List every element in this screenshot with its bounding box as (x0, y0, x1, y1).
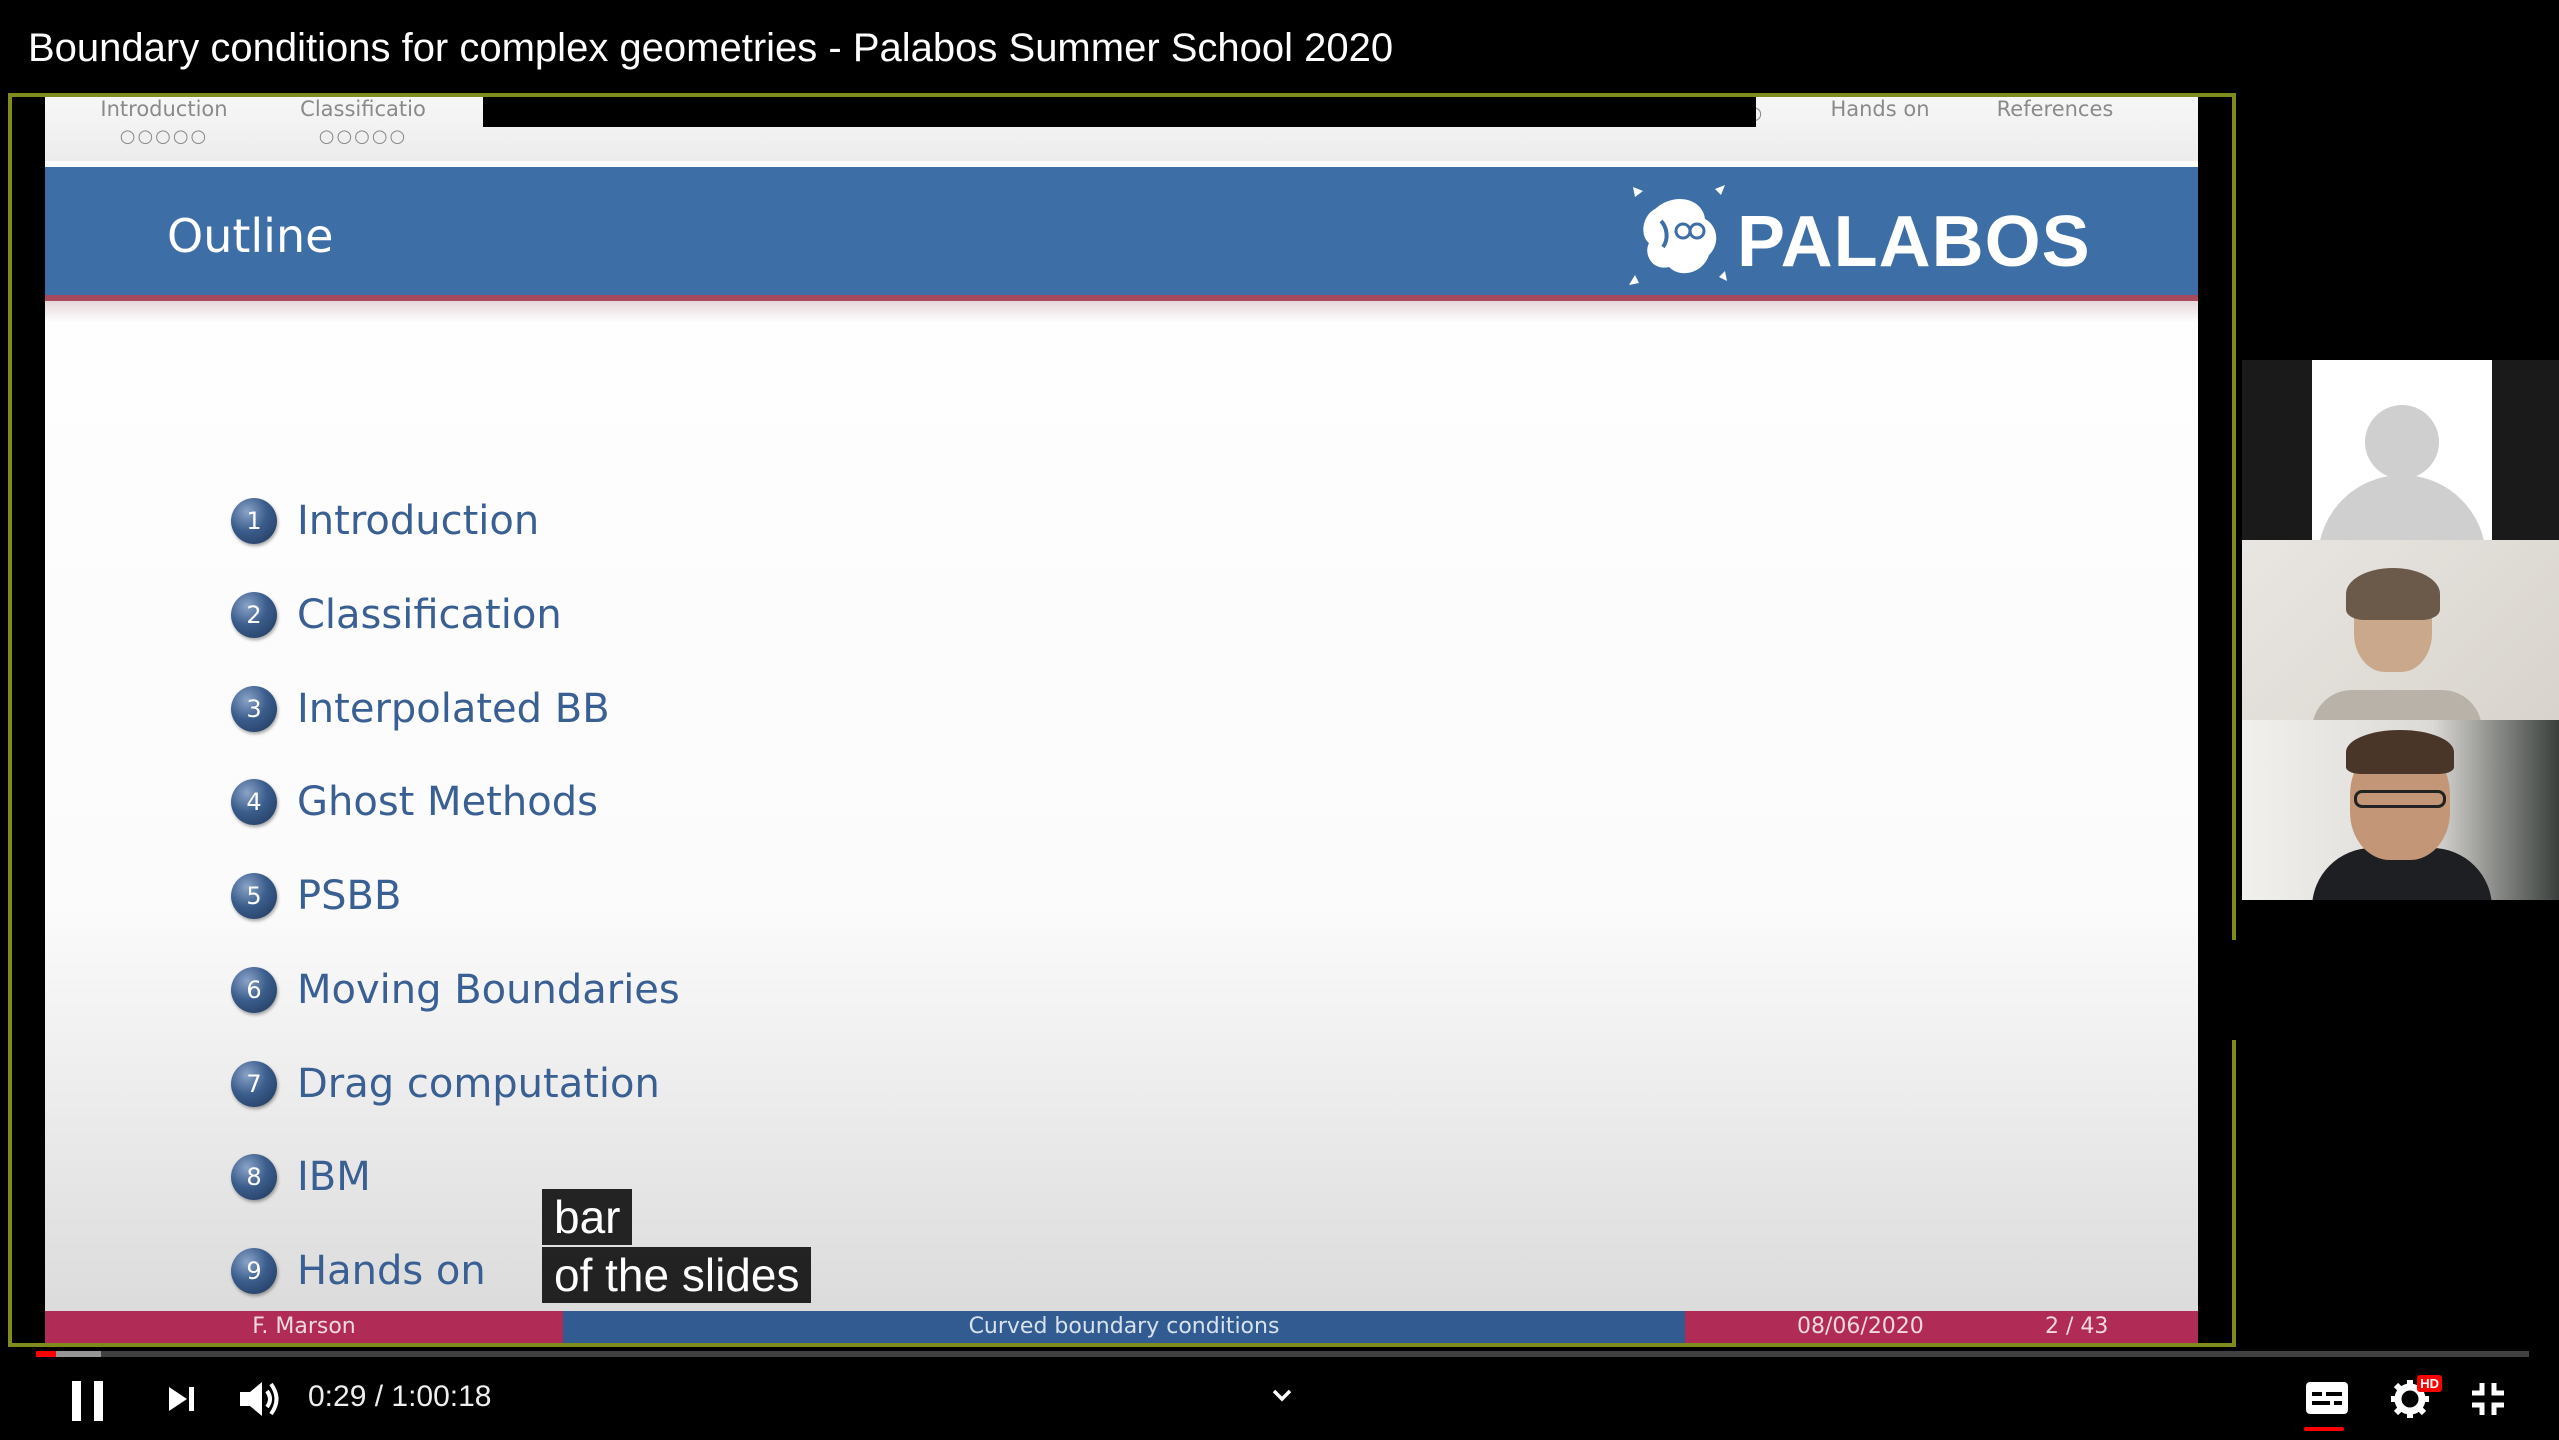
item-number-bullet: 7 (231, 1061, 277, 1107)
slide-navigation-bar: Introduction ○○○○○ Classificatio ○○○○○ ○… (45, 97, 2198, 161)
avatar-placeholder (2312, 360, 2492, 540)
next-icon (169, 1387, 194, 1411)
item-number-bullet: 5 (231, 873, 277, 919)
outline-item: 8 IBM (231, 1154, 371, 1200)
caption-line: of the slides (542, 1247, 812, 1303)
outline-item-label: Drag computation (297, 1061, 660, 1107)
footer-author: F. Marson (45, 1311, 563, 1343)
outline-item-label: Hands on (297, 1248, 486, 1294)
outline-item: 9 Hands on (231, 1248, 486, 1294)
participant-video-tile (2242, 720, 2559, 900)
slide-footer: F. Marson Curved boundary conditions 08/… (45, 1311, 2198, 1343)
slide-title-banner: Outline PALABOS (45, 167, 2198, 301)
chapters-toggle[interactable] (1262, 1378, 1302, 1412)
caption-line: bar (542, 1189, 633, 1245)
palabos-mascot-icon (1629, 185, 1727, 285)
participant-shoulders (2312, 690, 2482, 720)
item-number-bullet: 4 (231, 779, 277, 825)
outline-item-label: Interpolated BB (297, 686, 610, 732)
outline-item-label: Ghost Methods (297, 779, 598, 825)
outline-item-label: PSBB (297, 873, 402, 919)
video-title: Boundary conditions for complex geometri… (28, 26, 1394, 70)
footer-title: Curved boundary conditions (563, 1311, 1685, 1343)
time-display: 0:29 / 1:00:18 (308, 1380, 492, 1413)
exit-fullscreen-button[interactable] (2462, 1373, 2514, 1425)
outline-item: 2 Classification (231, 592, 562, 638)
banner-shadow (45, 301, 2198, 323)
avatar-head-icon (2365, 405, 2439, 479)
outline-item: 6 Moving Boundaries (231, 967, 680, 1013)
pause-button[interactable] (60, 1373, 116, 1425)
outline-item-label: Classification (297, 592, 562, 638)
settings-button[interactable]: HD (2380, 1373, 2442, 1425)
screen-share-frame-edge (2232, 1040, 2236, 1347)
subtitles-active-indicator (2304, 1427, 2344, 1431)
chevron-down-icon (1272, 1389, 1292, 1402)
item-number-bullet: 2 (231, 592, 277, 638)
participant-tile (2242, 360, 2559, 540)
slide-heading: Outline (167, 209, 334, 263)
hd-badge: HD (2417, 1375, 2442, 1392)
progress-bar[interactable] (36, 1351, 2529, 1357)
item-number-bullet: 8 (231, 1154, 277, 1200)
nav-section-references: References (1996, 97, 2114, 121)
pause-icon (72, 1381, 103, 1421)
screen-share-frame-edge (2232, 93, 2236, 940)
palabos-logo-text: PALABOS (1737, 202, 2091, 282)
footer-info: 08/06/2020 2 / 43 (1685, 1311, 2198, 1343)
participant-video-tile (2242, 540, 2559, 720)
outline-item: 3 Interpolated BB (231, 686, 610, 732)
palabos-logo: PALABOS (1625, 181, 2105, 291)
nav-section-classification: Classificatio ○○○○○ (300, 97, 426, 148)
volume-icon (240, 1382, 279, 1416)
item-number-bullet: 6 (231, 967, 277, 1013)
mute-button[interactable] (232, 1373, 288, 1425)
outline-item: 7 Drag computation (231, 1061, 660, 1107)
footer-date: 08/06/2020 (1797, 1314, 1924, 1339)
item-number-bullet: 9 (231, 1248, 277, 1294)
zoom-toolbar-overlay (483, 97, 1756, 127)
outline-item: 4 Ghost Methods (231, 779, 598, 825)
outline-item: 5 PSBB (231, 873, 401, 919)
participant-hair (2346, 730, 2454, 774)
item-number-bullet: 3 (231, 686, 277, 732)
glasses-icon (2354, 790, 2446, 808)
outline-item: 1 Introduction (231, 498, 539, 544)
outline-item-label: Moving Boundaries (297, 967, 680, 1013)
subtitles-button[interactable] (2300, 1373, 2354, 1431)
avatar-body-icon (2318, 475, 2486, 540)
subtitles-icon (2306, 1382, 2348, 1414)
outline-item-label: IBM (297, 1154, 371, 1200)
nav-section-hands-on: Hands on (1830, 97, 1930, 121)
exit-fullscreen-icon (2472, 1383, 2504, 1415)
presentation-slide: Introduction ○○○○○ Classificatio ○○○○○ ○… (45, 97, 2198, 1343)
item-number-bullet: 1 (231, 498, 277, 544)
nav-section-introduction: Introduction ○○○○○ (100, 97, 228, 148)
footer-page-number: 2 / 43 (2045, 1314, 2109, 1339)
participant-hair (2346, 568, 2440, 620)
progress-played (36, 1351, 56, 1357)
outline-item-label: Introduction (297, 498, 540, 544)
next-video-button[interactable] (156, 1373, 206, 1425)
